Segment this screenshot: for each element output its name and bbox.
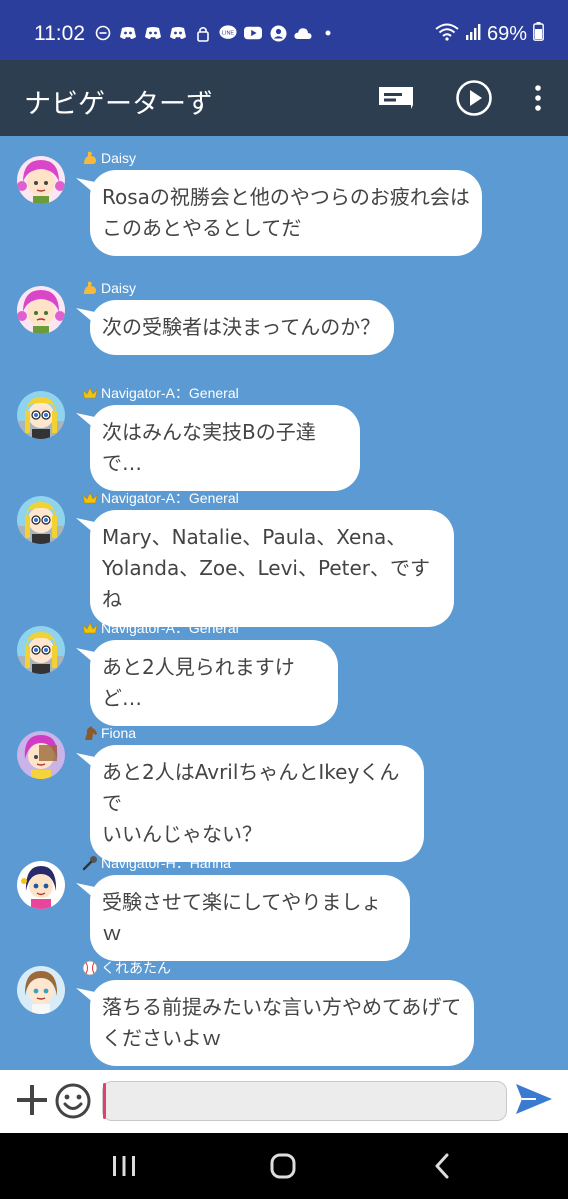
recent-apps-button[interactable] bbox=[104, 1151, 144, 1181]
sender-name: Daisy bbox=[82, 148, 136, 168]
navigator-a-avatar[interactable] bbox=[17, 626, 65, 674]
message-bubble[interactable]: 次はみんな実技Bの子達で… bbox=[90, 405, 360, 491]
more-options-button[interactable] bbox=[516, 76, 560, 120]
sender-name: くれあたん bbox=[82, 958, 171, 978]
youtube-icon bbox=[244, 24, 262, 42]
discord-icon bbox=[119, 24, 137, 42]
page-title: ナビゲーターず bbox=[24, 89, 213, 120]
battery-icon bbox=[533, 22, 544, 47]
send-icon bbox=[516, 1084, 552, 1114]
lock-icon bbox=[194, 24, 212, 42]
navigator-a-avatar[interactable] bbox=[17, 496, 65, 544]
back-chevron-icon bbox=[435, 1153, 449, 1179]
message-bubble[interactable]: Rosaの祝勝会と他のやつらのお疲れ会は このあとやるとしてだ bbox=[90, 170, 482, 256]
recent-apps-icon bbox=[113, 1156, 135, 1176]
text-cursor bbox=[103, 1083, 106, 1119]
system-status: 69% bbox=[435, 22, 544, 47]
flexed-biceps-icon bbox=[82, 150, 98, 166]
message-bubble[interactable]: Mary、Natalie、Paula、Xena、 Yolanda、Zoe、Lev… bbox=[90, 510, 454, 627]
account-icon bbox=[269, 24, 287, 42]
message-bubble[interactable]: 次の受験者は決まってんのか？ bbox=[90, 300, 394, 355]
message-bubble[interactable]: あと2人見られますけど… bbox=[90, 640, 338, 726]
plus-icon bbox=[17, 1085, 47, 1115]
sender-name: Navigator-A：General bbox=[82, 618, 239, 638]
sender-name: Navigator-A：General bbox=[82, 488, 239, 508]
app-bar: ナビゲーターず bbox=[0, 60, 568, 136]
status-bar: 11:02 LINE 69% bbox=[0, 0, 568, 60]
fiona-avatar[interactable] bbox=[17, 731, 65, 779]
message-composer bbox=[0, 1070, 568, 1133]
cloud-icon bbox=[294, 24, 312, 42]
daisy-avatar[interactable] bbox=[17, 286, 65, 334]
home-button[interactable] bbox=[263, 1151, 303, 1181]
signal-icon bbox=[465, 23, 481, 47]
system-nav-bar bbox=[0, 1133, 568, 1199]
chat-log[interactable]: Daisy Rosaの祝勝会と他のやつらのお疲れ会は このあとやるとしてだ Da… bbox=[0, 136, 568, 1070]
hanna-avatar[interactable] bbox=[17, 861, 65, 909]
kureatan-avatar[interactable] bbox=[17, 966, 65, 1014]
notes-button[interactable] bbox=[374, 76, 418, 120]
sender-name: Navigator-A：General bbox=[82, 383, 239, 403]
flexed-biceps-icon bbox=[82, 280, 98, 296]
baseball-icon bbox=[82, 960, 98, 976]
dot-icon bbox=[319, 24, 337, 42]
sender-name: Fiona bbox=[82, 723, 136, 743]
sender-name: Daisy bbox=[82, 278, 136, 298]
home-icon bbox=[270, 1153, 296, 1179]
play-button[interactable] bbox=[452, 76, 496, 120]
daisy-avatar[interactable] bbox=[17, 156, 65, 204]
message-box-icon bbox=[379, 87, 413, 109]
attach-button[interactable] bbox=[14, 1082, 50, 1118]
crown-icon bbox=[82, 490, 98, 506]
back-button[interactable] bbox=[422, 1151, 462, 1181]
message-bubble[interactable]: 落ちる前提みたいな言い方やめてあげて くださいよｗ bbox=[90, 980, 474, 1066]
crown-icon bbox=[82, 385, 98, 401]
status-time: 11:02 bbox=[34, 22, 85, 45]
navigator-a-avatar[interactable] bbox=[17, 391, 65, 439]
battery-percent: 69% bbox=[486, 23, 527, 45]
discord-icon bbox=[169, 24, 187, 42]
message-bubble[interactable]: あと2人はAvrilちゃんとIkeyくんで いいんじゃない？ bbox=[90, 745, 424, 862]
smiley-icon bbox=[55, 1083, 91, 1119]
svg-text:LINE: LINE bbox=[222, 30, 234, 36]
message-input[interactable] bbox=[102, 1081, 507, 1121]
wifi-icon bbox=[435, 23, 459, 47]
notification-icons: LINE bbox=[94, 24, 337, 42]
discord-icon bbox=[144, 24, 162, 42]
play-circle-icon bbox=[456, 80, 492, 116]
emoji-button[interactable] bbox=[54, 1082, 92, 1120]
do-not-disturb-icon bbox=[94, 24, 112, 42]
microphone-icon bbox=[82, 855, 98, 871]
send-button[interactable] bbox=[514, 1082, 558, 1122]
crown-icon bbox=[82, 620, 98, 636]
more-vertical-icon bbox=[535, 85, 541, 111]
message-bubble[interactable]: 受験させて楽にしてやりましょｗ bbox=[90, 875, 410, 961]
horse-icon bbox=[82, 725, 98, 741]
sender-name: Navigator-H：Hanna bbox=[82, 853, 231, 873]
line-icon: LINE bbox=[219, 24, 237, 42]
